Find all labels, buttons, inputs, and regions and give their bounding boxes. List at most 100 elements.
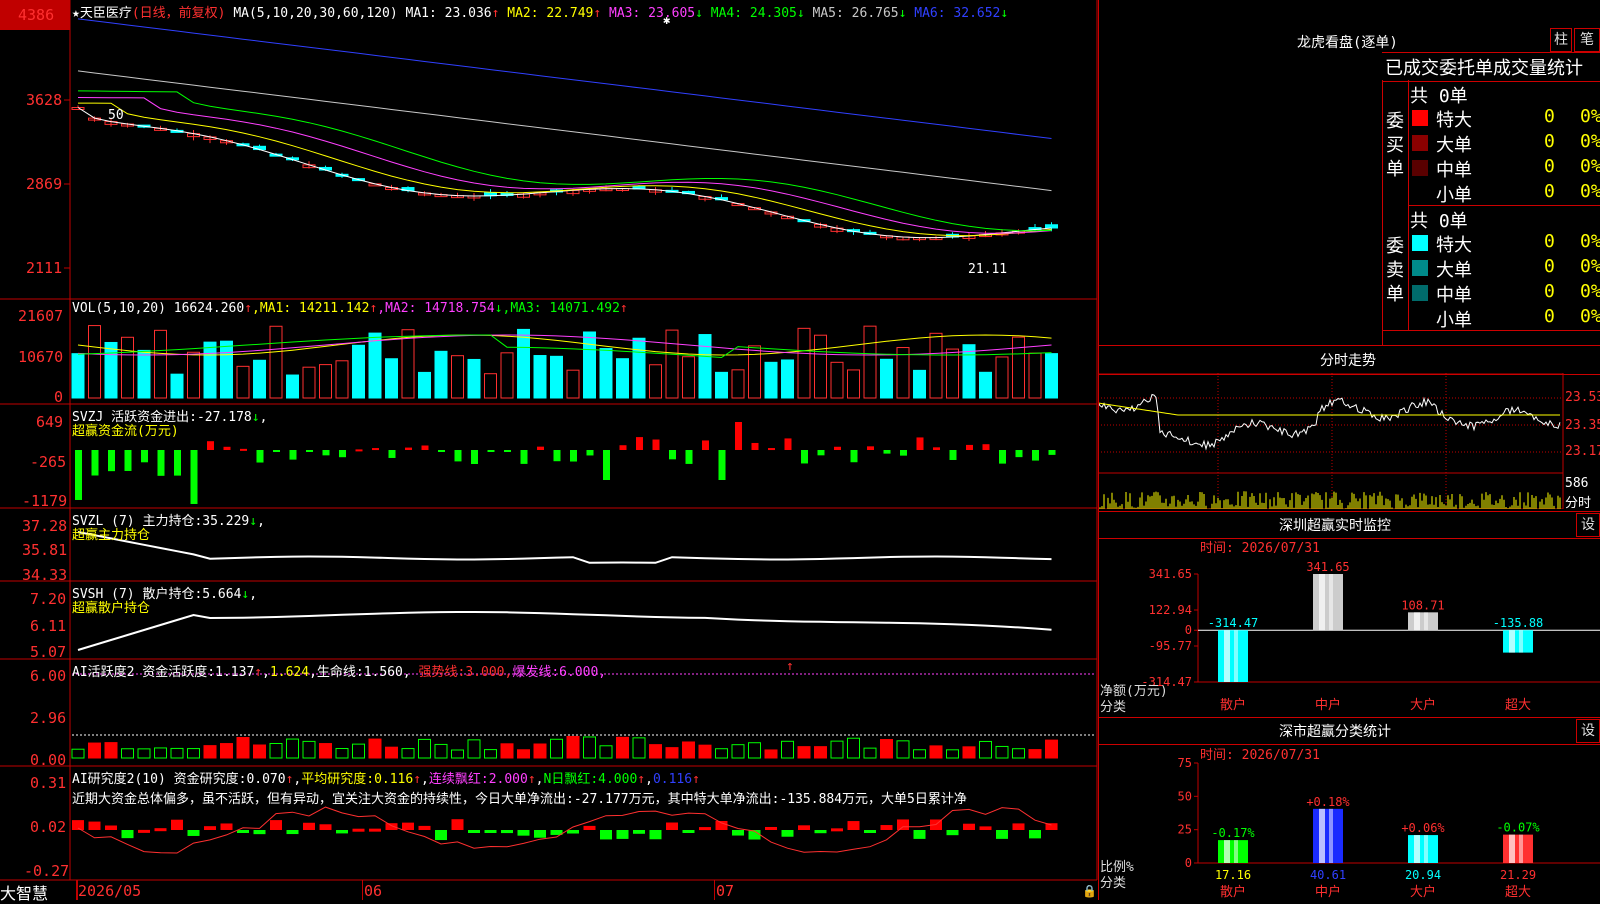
ai2-header: AI研究度2(10) 资金研究度:0.070↑,平均研究度:0.116↑,连续飘… [72, 772, 700, 787]
main-chart-area[interactable] [0, 0, 1098, 900]
ai2-bar [963, 823, 975, 830]
order-row: 中单 0 0% [1410, 156, 1600, 181]
ai1-bar [121, 748, 134, 759]
volume-bar [632, 337, 646, 399]
svzj-bar [108, 450, 115, 472]
bar-body [1503, 630, 1533, 653]
ai1-bar [137, 748, 151, 759]
volume-bar [533, 355, 547, 399]
bar-shine [1424, 835, 1428, 863]
svsh-line [77, 611, 1052, 651]
ai1-bar [649, 744, 662, 759]
ai1-bar [847, 737, 860, 759]
classify-settings-button[interactable]: 设 [1576, 719, 1600, 743]
bar-mode-button[interactable]: 柱 [1550, 28, 1572, 52]
volume-bar [599, 348, 613, 399]
ai2-bar [468, 830, 480, 833]
svzj-tick-0: 649 [36, 413, 64, 431]
order-type-label: 小单 [1436, 185, 1472, 206]
tick-mode-button[interactable]: 笔 [1574, 28, 1600, 52]
bar-shine [1224, 630, 1230, 682]
lock-icon[interactable]: 🔒 [1082, 884, 1097, 898]
svzj-bar [817, 450, 825, 456]
order-type-label: 中单 [1436, 160, 1472, 181]
date-tick [76, 880, 78, 900]
volume-bar [731, 369, 745, 399]
volume-bar [1028, 352, 1042, 399]
color-swatch-icon [1412, 160, 1428, 176]
svzl-line [77, 531, 1052, 564]
volume-bar [797, 327, 811, 399]
stock-name[interactable]: 天臣医疗 [80, 6, 132, 21]
ai1-bar [715, 748, 728, 759]
vol-header: VOL(5,10,20) 16624.260↑,MA1: 14211.142↑,… [72, 301, 628, 316]
ai1-bar [566, 735, 580, 759]
svsh-tick-2: 5.07 [30, 643, 67, 661]
ai2-bar [666, 822, 678, 830]
bar-category-label: 中户 [1315, 884, 1341, 900]
ai2-bar [501, 830, 513, 834]
volume-bar [187, 351, 200, 399]
date-label-0: 2026/05 [78, 882, 142, 900]
svzj-sub: 超赢资金流(万元) [72, 424, 179, 439]
ai1-bar [682, 741, 695, 759]
svzj-bar [537, 446, 544, 450]
ai1-bar [434, 743, 448, 759]
volume-bar [253, 359, 266, 399]
period-label[interactable]: (日线，前复权) [132, 6, 226, 21]
svzj-bar [256, 450, 264, 463]
bar-body [1408, 835, 1438, 863]
svzj-bar [339, 450, 346, 458]
order-pct: 0% [1580, 131, 1600, 152]
ai2-bar [517, 830, 530, 836]
volume-bar [104, 341, 118, 399]
classify-chart[interactable]: 75 50 25 0 -0.17% 散户 17.16 +0.18% 中户 40.61 +0.06% 大… [1098, 743, 1600, 900]
order-total: 共 0单 [1410, 86, 1468, 107]
price-tick-1: 3628 [26, 91, 63, 109]
order-count: 0 [1544, 256, 1555, 277]
bar-bottom-value: 40.61 [1310, 868, 1346, 882]
ai1-arrow-icon: ↑ [786, 659, 794, 674]
volume-bar [467, 358, 481, 399]
ai1-bar [517, 749, 530, 759]
svzj-bar [669, 450, 676, 460]
ai1-bar [1028, 749, 1042, 759]
bar-tick-label: 0 [1185, 856, 1192, 870]
bar-tick-label: 50 [1178, 789, 1192, 803]
date-tick [714, 880, 715, 900]
monitor-chart[interactable]: 341.65122.940-95.77-314.47-314.47散户341.6… [1098, 537, 1600, 717]
order-row: 大单 0 0% [1410, 256, 1600, 281]
ai1-bar [154, 747, 167, 759]
app-logo: 大智慧 [0, 884, 49, 903]
bar-value-label: +0.06% [1401, 821, 1445, 835]
sell-side-label: 委卖单 [1386, 236, 1404, 305]
lhb-tabs[interactable]: 已成交委托单成交量统计 [1385, 54, 1600, 80]
volume-bar [830, 361, 844, 399]
ai2-bars [72, 806, 1058, 854]
ai2-bar [121, 830, 134, 839]
volume-bar [418, 371, 431, 399]
ai2-bar [1029, 830, 1041, 839]
monitor-settings-button[interactable]: 设 [1576, 513, 1600, 537]
bar-category-label: 散户 [1220, 884, 1246, 900]
bar-中户 [1313, 574, 1343, 631]
ma-line-6 [77, 18, 1052, 139]
date-label-1: 06 [364, 882, 383, 900]
svzj-bar [636, 437, 643, 450]
bar-y-title: 比例% [1100, 860, 1134, 875]
intraday-chart[interactable] [1098, 373, 1600, 509]
ai2-bar [781, 830, 794, 837]
bar-body [1218, 630, 1248, 682]
ai1-bar [484, 749, 497, 759]
svzj-bar [91, 450, 99, 476]
order-row: 中单 0 0% [1410, 281, 1600, 306]
ai2-bar [270, 820, 282, 830]
ai1-bar [929, 745, 943, 759]
bar-大户 [1408, 612, 1438, 631]
ai1-bar [896, 740, 910, 759]
ai1-bar [451, 749, 464, 759]
order-count: 0 [1544, 131, 1555, 152]
sidebar-border [1098, 0, 1099, 900]
ai1-bar [269, 742, 283, 759]
bar-value-label: 341.65 [1306, 560, 1349, 574]
